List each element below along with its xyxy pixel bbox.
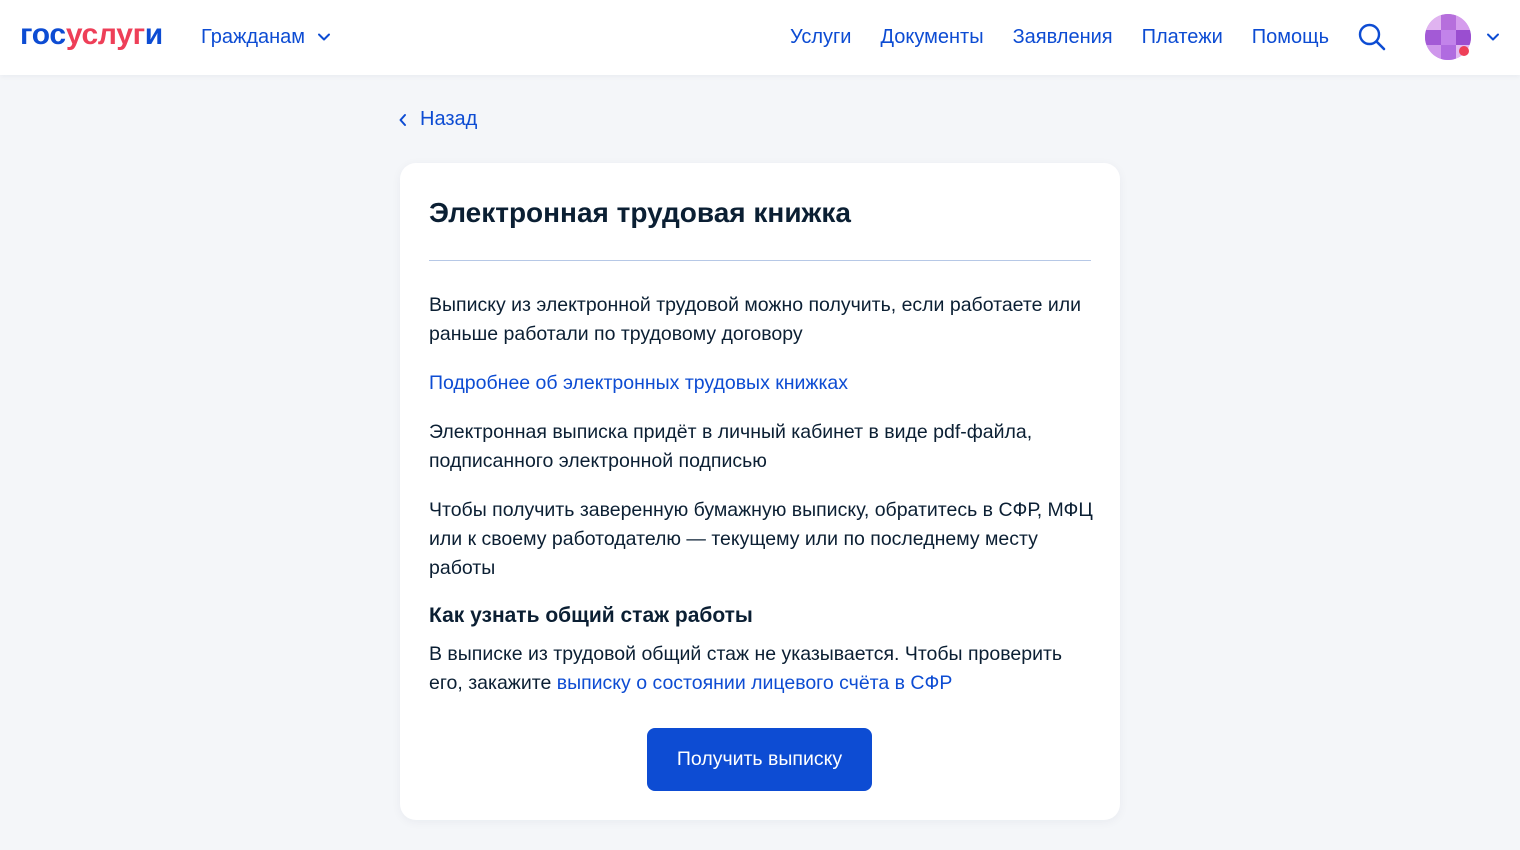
more-info-link[interactable]: Подробнее об электронных трудовых книжка…: [429, 372, 848, 394]
nav-item-services[interactable]: Услуги: [790, 25, 852, 49]
experience-paragraph: В выписке из трудовой общий стаж не указ…: [429, 640, 1094, 698]
search-icon[interactable]: [1357, 22, 1387, 52]
intro-paragraph: Выписку из электронной трудовой можно по…: [429, 294, 1082, 345]
audience-label: Гражданам: [201, 25, 306, 48]
chevron-left-icon: [399, 113, 406, 126]
account-statement-link[interactable]: выписку о состоянии лицевого счёта в СФР: [557, 672, 953, 694]
chevron-down-icon[interactable]: [1486, 30, 1500, 44]
audience-selector[interactable]: Гражданам: [201, 25, 331, 49]
get-extract-button[interactable]: Получить выписку: [647, 728, 872, 791]
back-label: Назад: [420, 108, 478, 130]
chevron-down-icon: [318, 33, 331, 41]
nav-item-help[interactable]: Помощь: [1252, 25, 1329, 49]
main-nav: Услуги Документы Заявления Платежи Помощ…: [790, 25, 1329, 49]
nav-item-applications[interactable]: Заявления: [1013, 25, 1113, 49]
gosuslugi-logo[interactable]: госуслуги: [20, 17, 163, 53]
pdf-info-paragraph: Электронная выписка придёт в личный каби…: [429, 421, 1033, 472]
notification-dot: [1459, 46, 1469, 56]
nav-item-documents[interactable]: Документы: [880, 25, 983, 49]
card-content: Выписку из электронной трудовой можно по…: [429, 291, 1094, 718]
divider: [429, 260, 1091, 261]
back-link[interactable]: Назад: [398, 108, 477, 131]
experience-heading: Как узнать общий стаж работы: [429, 604, 753, 627]
top-header: госуслуги Гражданам Услуги Документы Зая…: [0, 0, 1520, 75]
nav-item-payments[interactable]: Платежи: [1142, 25, 1223, 49]
service-card: Электронная трудовая книжка Выписку из э…: [400, 163, 1120, 820]
paper-extract-paragraph: Чтобы получить заверенную бумажную выпис…: [429, 499, 1093, 579]
more-info-paragraph: Подробнее об электронных трудовых книжка…: [429, 369, 1094, 398]
page-title: Электронная трудовая книжка: [429, 197, 851, 228]
